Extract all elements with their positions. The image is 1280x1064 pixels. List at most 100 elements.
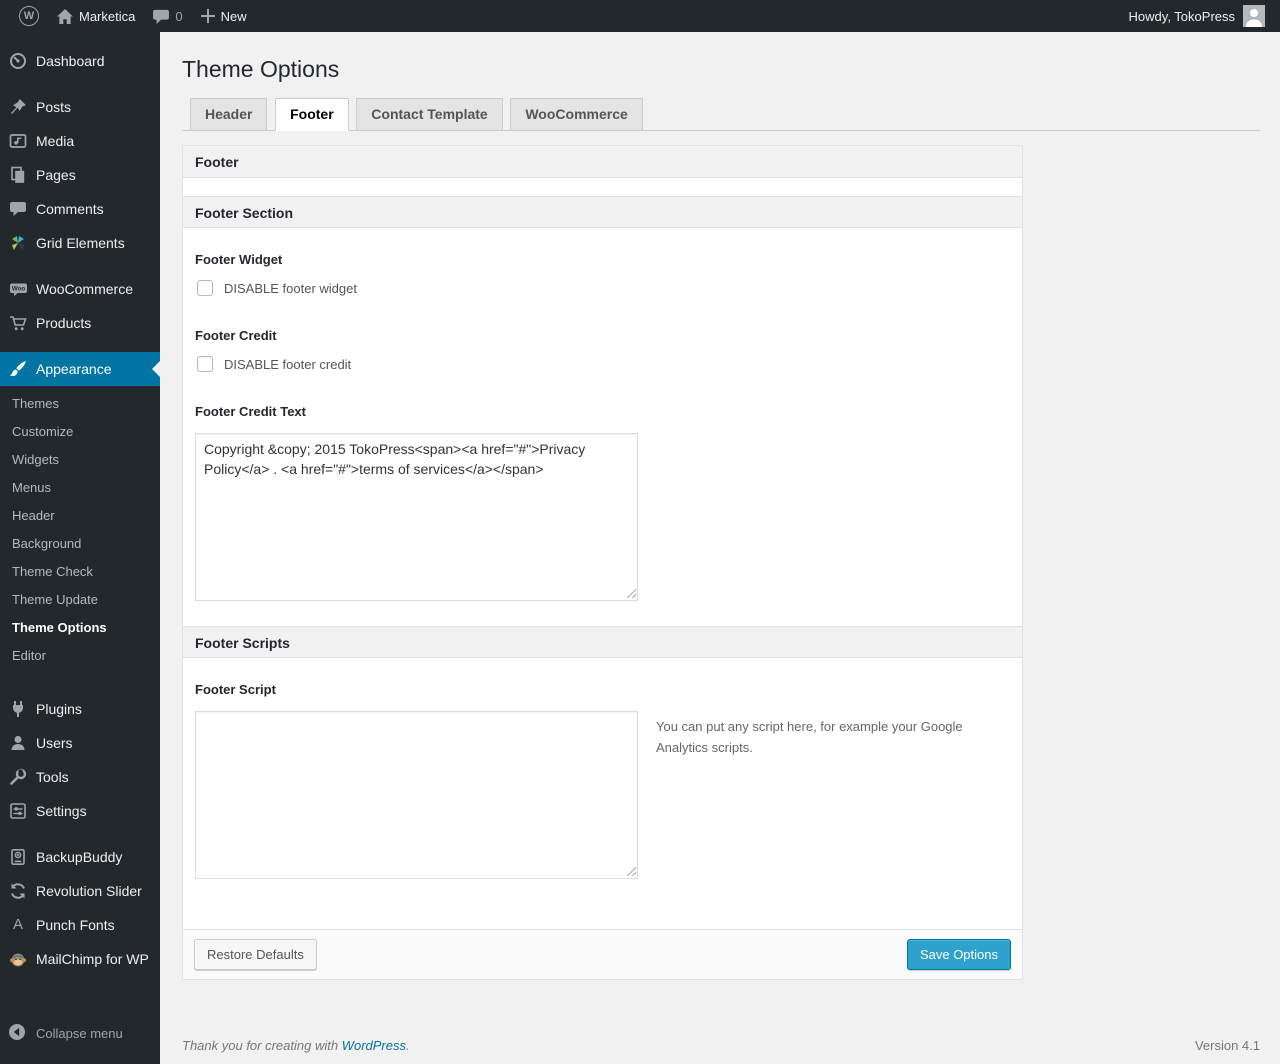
sidebar-item-label: Punch Fonts bbox=[36, 917, 115, 933]
panel-title-bar: Footer bbox=[183, 146, 1022, 178]
grid-elements-pinwheel-icon bbox=[8, 234, 28, 252]
collapse-menu-button[interactable]: Collapse menu bbox=[0, 1015, 160, 1052]
sidebar-item-label: Tools bbox=[36, 769, 69, 785]
sidebar-item-grid-elements[interactable]: Grid Elements bbox=[0, 226, 160, 260]
comments-admin-link[interactable]: 0 bbox=[144, 0, 191, 32]
sidebar-item-label: Media bbox=[36, 133, 75, 149]
letter-a-icon: A bbox=[12, 916, 23, 933]
disable-footer-credit-label: DISABLE footer credit bbox=[224, 356, 352, 372]
submenu-header[interactable]: Header bbox=[0, 502, 160, 530]
comments-icon bbox=[8, 200, 28, 218]
sidebar-item-label: BackupBuddy bbox=[36, 849, 123, 865]
wordpress-logo-menu[interactable] bbox=[10, 0, 48, 32]
home-icon bbox=[57, 8, 73, 24]
cart-icon bbox=[8, 314, 28, 332]
sidebar-item-pages[interactable]: Pages bbox=[0, 158, 160, 192]
sidebar-item-label: Settings bbox=[36, 803, 87, 819]
plugin-icon bbox=[8, 700, 28, 718]
sidebar-item-media[interactable]: Media bbox=[0, 124, 160, 158]
submenu-themes[interactable]: Themes bbox=[0, 390, 160, 418]
footer-credit-text-input[interactable]: Copyright &copy; 2015 TokoPress<span><a … bbox=[195, 433, 638, 601]
new-label: New bbox=[220, 8, 247, 24]
sidebar-item-punch-fonts[interactable]: A Punch Fonts bbox=[0, 908, 160, 942]
footer-widget-checkbox-row: DISABLE footer widget bbox=[197, 280, 1010, 296]
sidebar-item-appearance[interactable]: Appearance bbox=[0, 352, 160, 386]
sidebar-item-plugins[interactable]: Plugins bbox=[0, 692, 160, 726]
sidebar-item-posts[interactable]: Posts bbox=[0, 90, 160, 124]
pages-icon bbox=[8, 166, 28, 184]
panel-spacer bbox=[183, 178, 1022, 196]
refresh-arrows-icon bbox=[8, 882, 28, 900]
site-name-label: Marketica bbox=[79, 8, 136, 24]
submenu-theme-update[interactable]: Theme Update bbox=[0, 586, 160, 614]
footer-script-input[interactable] bbox=[195, 711, 638, 879]
sidebar-item-mailchimp[interactable]: MailChimp for WP bbox=[0, 942, 160, 976]
sidebar-item-comments[interactable]: Comments bbox=[0, 192, 160, 226]
sidebar-item-backupbuddy[interactable]: BackupBuddy bbox=[0, 840, 160, 874]
comments-count: 0 bbox=[175, 8, 183, 24]
sidebar-item-label: WooCommerce bbox=[36, 281, 133, 297]
tab-bar: Header Footer Contact Template WooCommer… bbox=[182, 98, 1260, 131]
restore-defaults-button[interactable]: Restore Defaults bbox=[194, 939, 317, 970]
disable-footer-credit-checkbox[interactable] bbox=[197, 356, 213, 372]
sidebar-item-label: Users bbox=[36, 735, 73, 751]
footer-script-label: Footer Script bbox=[195, 682, 276, 697]
submenu-menus[interactable]: Menus bbox=[0, 474, 160, 502]
tab-footer[interactable]: Footer bbox=[275, 98, 349, 131]
save-options-button[interactable]: Save Options bbox=[906, 939, 1011, 970]
thank-you-prefix: Thank you for creating with bbox=[182, 1038, 339, 1053]
sidebar-item-label: Pages bbox=[36, 167, 76, 183]
footer-script-textarea-wrap bbox=[195, 711, 638, 879]
footer-widget-label: Footer Widget bbox=[195, 252, 283, 267]
backup-box-icon bbox=[8, 848, 28, 866]
tab-contact-template[interactable]: Contact Template bbox=[356, 98, 503, 131]
tab-header[interactable]: Header bbox=[190, 98, 268, 131]
submenu-theme-options[interactable]: Theme Options bbox=[0, 614, 160, 642]
submenu-background[interactable]: Background bbox=[0, 530, 160, 558]
new-content-link[interactable]: New bbox=[192, 0, 256, 32]
footer-credit-label: Footer Credit bbox=[195, 328, 277, 343]
paintbrush-icon bbox=[8, 360, 28, 378]
submenu-customize[interactable]: Customize bbox=[0, 418, 160, 446]
footer-scripts-bar: Footer Scripts bbox=[183, 626, 1022, 658]
greeting-label: Howdy, TokoPress bbox=[1128, 8, 1235, 24]
tab-woocommerce[interactable]: WooCommerce bbox=[510, 98, 643, 131]
sidebar-item-settings[interactable]: Settings bbox=[0, 794, 160, 828]
footer-credit-text-label: Footer Credit Text bbox=[195, 404, 306, 419]
panel-footer: Restore Defaults Save Options bbox=[183, 929, 1022, 979]
sidebar-item-label: Comments bbox=[36, 201, 104, 217]
site-name-link[interactable]: Marketica bbox=[48, 0, 144, 32]
disable-footer-widget-label: DISABLE footer widget bbox=[224, 280, 357, 296]
footer-section-bar: Footer Section bbox=[183, 196, 1022, 228]
sidebar-item-label: Revolution Slider bbox=[36, 883, 142, 899]
disable-footer-widget-checkbox[interactable] bbox=[197, 280, 213, 296]
sidebar-item-label: Plugins bbox=[36, 701, 82, 717]
comment-bubble-icon bbox=[153, 9, 170, 24]
sidebar-item-dashboard[interactable]: Dashboard bbox=[0, 44, 160, 78]
theme-options-panel: Footer Footer Section Footer Widget DISA… bbox=[182, 145, 1023, 980]
sidebar-item-tools[interactable]: Tools bbox=[0, 760, 160, 794]
sidebar-item-revolution-slider[interactable]: Revolution Slider bbox=[0, 874, 160, 908]
page-title: Theme Options bbox=[182, 56, 340, 82]
submenu-widgets[interactable]: Widgets bbox=[0, 446, 160, 474]
admin-bar: Marketica 0 New Howdy, TokoPress bbox=[0, 0, 1280, 32]
mailchimp-monkey-icon bbox=[8, 950, 28, 968]
sidebar-item-users[interactable]: Users bbox=[0, 726, 160, 760]
version-label: Version 4.1 bbox=[1194, 1038, 1260, 1053]
main-content: Theme Options Header Footer Contact Temp… bbox=[160, 0, 1280, 1064]
wrench-icon bbox=[8, 768, 28, 786]
sidebar-item-label: Appearance bbox=[36, 361, 112, 377]
submenu-editor[interactable]: Editor bbox=[0, 642, 160, 670]
collapse-arrow-icon bbox=[8, 1023, 28, 1044]
collapse-menu-label: Collapse menu bbox=[36, 1026, 123, 1041]
sidebar-item-products[interactable]: Products bbox=[0, 306, 160, 340]
dashboard-icon bbox=[8, 52, 28, 70]
footer-credit-checkbox-row: DISABLE footer credit bbox=[197, 356, 1010, 372]
howdy-account-link[interactable]: Howdy, TokoPress bbox=[1127, 0, 1267, 32]
sidebar-item-woocommerce[interactable]: Woo WooCommerce bbox=[0, 272, 160, 306]
wordpress-link[interactable]: WordPress bbox=[342, 1038, 406, 1053]
footer-credit-textarea-wrap: Copyright &copy; 2015 TokoPress<span><a … bbox=[195, 433, 638, 601]
submenu-theme-check[interactable]: Theme Check bbox=[0, 558, 160, 586]
appearance-submenu: Themes Customize Widgets Menus Header Ba… bbox=[0, 386, 160, 680]
